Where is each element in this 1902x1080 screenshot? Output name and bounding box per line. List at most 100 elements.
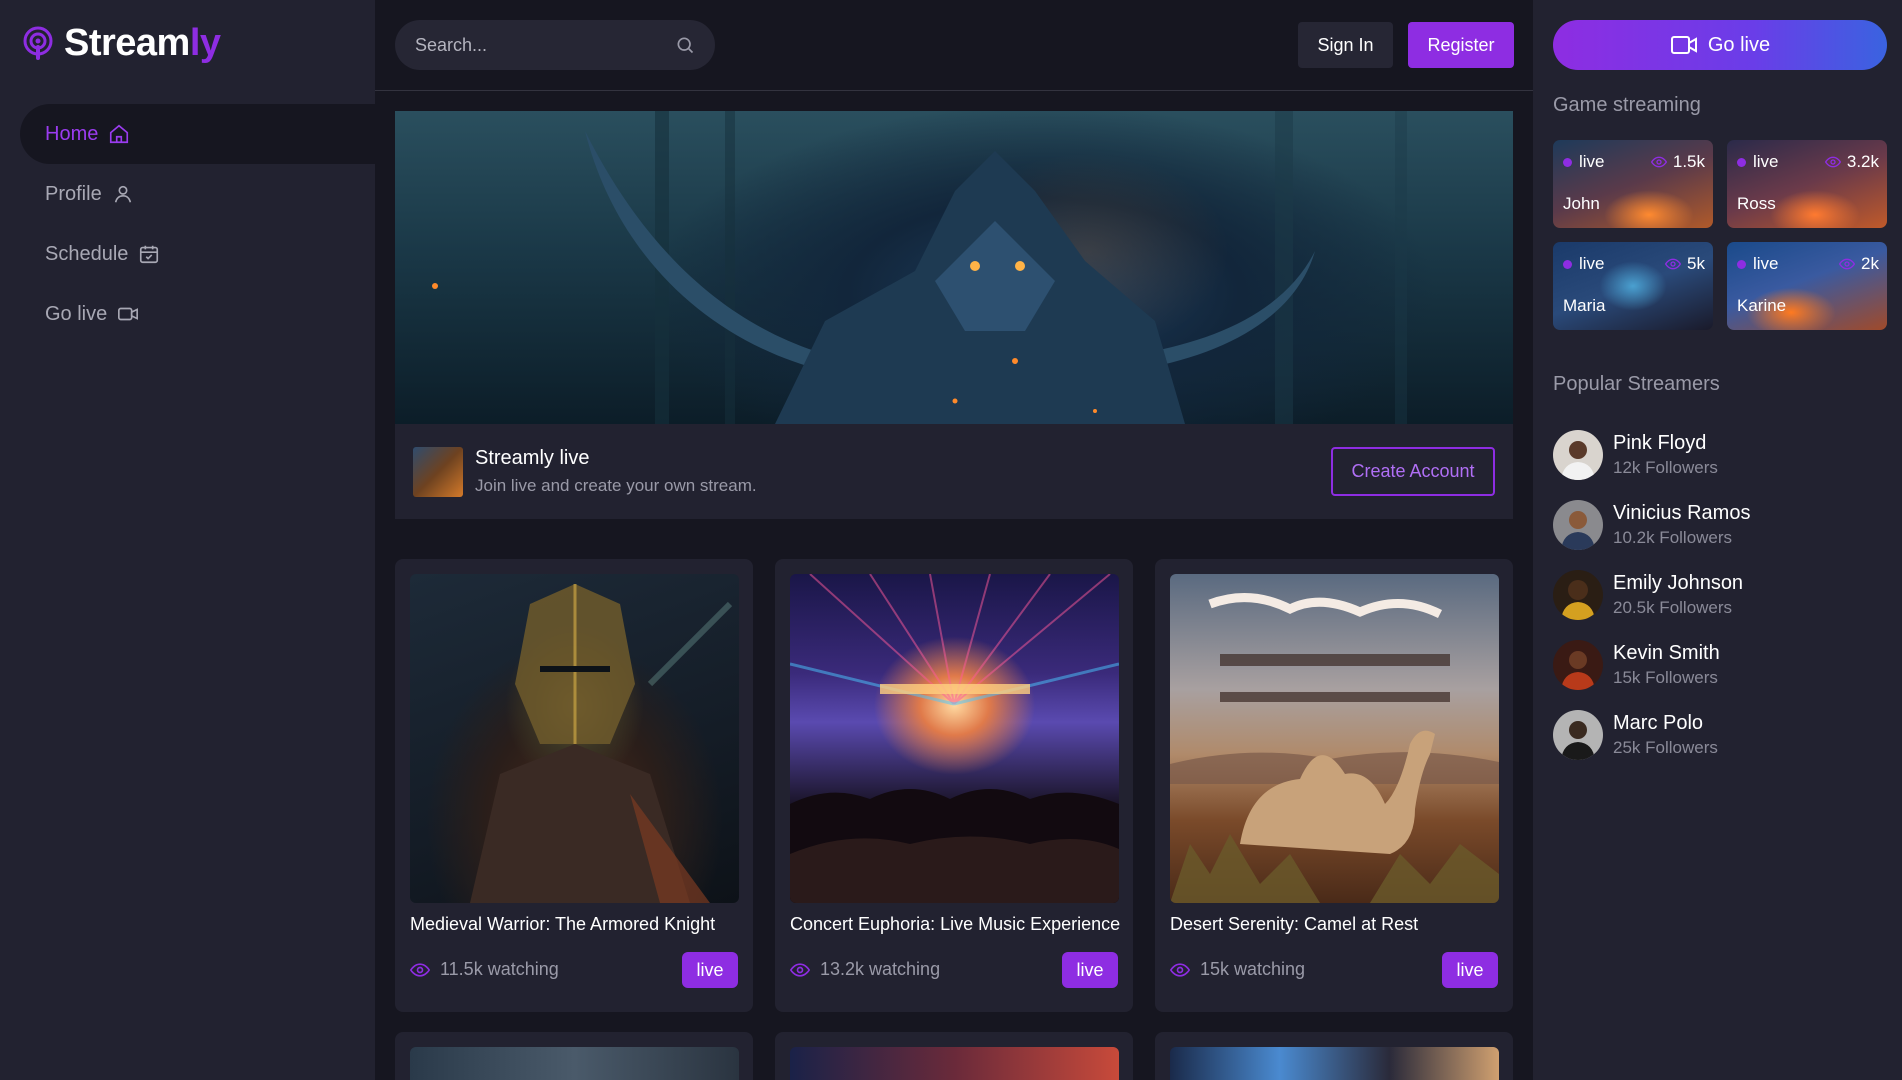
stream-card[interactable] xyxy=(395,1032,753,1080)
watching-count: 13.2k watching xyxy=(820,959,941,979)
popular-streamers-list: Pink Floyd 12k Followers Vinicius Ramos … xyxy=(1553,420,1887,770)
concert-artwork xyxy=(790,574,1119,903)
stream-title[interactable]: Concert Euphoria: Live Music Experience xyxy=(790,914,1120,935)
stream-thumbnail[interactable] xyxy=(1170,1047,1499,1080)
left-sidebar: Streamly Home Profile Schedule Go live xyxy=(0,0,375,1080)
streamer-item[interactable]: Pink Floyd 12k Followers xyxy=(1553,420,1887,490)
game-tile[interactable]: live 5k Maria xyxy=(1553,242,1713,330)
hero-info-bar: Streamly live Join live and create your … xyxy=(395,424,1513,519)
avatar[interactable] xyxy=(1553,430,1603,480)
streamer-item[interactable]: Vinicius Ramos 10.2k Followers xyxy=(1553,490,1887,560)
streamer-item[interactable]: Marc Polo 25k Followers xyxy=(1553,700,1887,770)
streamer-name: Kevin Smith xyxy=(1613,642,1720,664)
avatar[interactable] xyxy=(1553,570,1603,620)
stream-thumbnail[interactable] xyxy=(410,574,739,903)
stream-card[interactable]: Desert Serenity: Camel at Rest 15k watch… xyxy=(1155,559,1513,1012)
popular-streamers-title: Popular Streamers xyxy=(1553,373,1720,395)
nav-item-profile[interactable]: Profile xyxy=(20,164,375,224)
nav-item-label: Schedule xyxy=(45,242,129,265)
live-label: live xyxy=(1753,152,1779,171)
stream-card[interactable]: Concert Euphoria: Live Music Experience … xyxy=(775,559,1133,1012)
calendar-icon xyxy=(138,243,160,265)
eye-icon xyxy=(790,962,810,977)
eye-icon xyxy=(1839,258,1856,270)
avatar[interactable] xyxy=(1553,500,1603,550)
hero-text: Streamly live Join live and create your … xyxy=(475,447,757,496)
hero-artwork xyxy=(432,111,1407,424)
views-label: 2k xyxy=(1861,254,1879,273)
nav-item-schedule[interactable]: Schedule xyxy=(20,224,375,284)
live-dot xyxy=(1737,157,1746,167)
live-badge[interactable]: live xyxy=(1442,952,1498,988)
viewer-count: 3.2k xyxy=(1824,152,1879,172)
game-tile[interactable]: live 3.2k Ross xyxy=(1727,140,1887,228)
live-label: live xyxy=(1579,152,1605,171)
stream-title[interactable]: Medieval Warrior: The Armored Knight xyxy=(410,914,715,935)
streamer-item[interactable]: Emily Johnson 20.5k Followers xyxy=(1553,560,1887,630)
viewer-count: 5k xyxy=(1665,254,1705,274)
views-label: 3.2k xyxy=(1846,152,1879,171)
nav-item-label: Home xyxy=(45,122,99,145)
stream-viewers: 11.5k watching xyxy=(410,959,559,980)
streamer-name: John xyxy=(1563,194,1600,213)
live-dot xyxy=(1563,157,1572,167)
watching-count: 11.5k watching xyxy=(440,959,559,979)
streamer-name: Ross xyxy=(1737,194,1776,213)
viewer-count: 2k xyxy=(1839,254,1879,274)
live-indicator: live xyxy=(1563,254,1605,274)
search-input[interactable] xyxy=(415,34,675,56)
game-streaming-title: Game streaming xyxy=(1553,94,1701,116)
stream-viewers: 13.2k watching xyxy=(790,959,940,980)
nav-item-label: Go live xyxy=(45,302,108,325)
stream-thumbnail[interactable] xyxy=(1170,574,1499,903)
sign-in-button[interactable]: Sign In xyxy=(1298,22,1393,68)
camel-artwork xyxy=(1170,593,1499,903)
views-label: 1.5k xyxy=(1672,152,1705,171)
avatar[interactable] xyxy=(1553,640,1603,690)
follower-count: 12k Followers xyxy=(1613,458,1718,477)
logo-text-main: Stream xyxy=(64,22,190,64)
live-indicator: live xyxy=(1737,254,1779,274)
go-live-button[interactable]: Go live xyxy=(1553,20,1887,70)
streamer-name: Karine xyxy=(1737,296,1787,315)
streamer-name: Emily Johnson xyxy=(1613,572,1744,594)
create-account-button[interactable]: Create Account xyxy=(1331,447,1495,496)
search-icon[interactable] xyxy=(675,35,695,55)
live-label: live xyxy=(1753,254,1779,273)
top-bar: Sign In Register xyxy=(375,0,1533,91)
eye-icon xyxy=(1665,258,1682,270)
streamer-name: Marc Polo xyxy=(1613,712,1704,734)
eye-icon xyxy=(1170,962,1190,977)
live-label: live xyxy=(1579,254,1605,273)
user-icon xyxy=(112,183,134,205)
stream-card[interactable]: Medieval Warrior: The Armored Knight 11.… xyxy=(395,559,753,1012)
stream-thumbnail[interactable] xyxy=(790,574,1119,903)
search-box[interactable] xyxy=(395,20,715,70)
video-icon xyxy=(117,303,139,325)
hero-banner[interactable] xyxy=(395,111,1513,424)
nav-item-go-live[interactable]: Go live xyxy=(20,284,375,344)
streamer-item[interactable]: Kevin Smith 15k Followers xyxy=(1553,630,1887,700)
register-button[interactable]: Register xyxy=(1408,22,1514,68)
live-badge[interactable]: live xyxy=(1062,952,1118,988)
hero-title: Streamly live xyxy=(475,447,590,469)
watching-count: 15k watching xyxy=(1200,959,1306,979)
app-name: Streamly xyxy=(64,22,221,65)
game-tile[interactable]: live 1.5k John xyxy=(1553,140,1713,228)
follower-count: 15k Followers xyxy=(1613,668,1718,687)
nav-item-label: Profile xyxy=(45,182,102,205)
live-badge[interactable]: live xyxy=(682,952,738,988)
stream-title[interactable]: Desert Serenity: Camel at Rest xyxy=(1170,914,1418,935)
nav-item-home[interactable]: Home xyxy=(20,104,375,164)
game-tile[interactable]: live 2k Karine xyxy=(1727,242,1887,330)
stream-card[interactable] xyxy=(775,1032,1133,1080)
live-indicator: live xyxy=(1563,152,1605,172)
stream-thumbnail[interactable] xyxy=(790,1047,1119,1080)
stream-card[interactable] xyxy=(1155,1032,1513,1080)
avatar[interactable] xyxy=(1553,710,1603,760)
video-icon xyxy=(1670,36,1697,54)
app-logo[interactable]: Streamly xyxy=(22,22,221,65)
viewer-count: 1.5k xyxy=(1650,152,1705,172)
stream-thumbnail[interactable] xyxy=(410,1047,739,1080)
podcast-icon xyxy=(23,26,53,60)
